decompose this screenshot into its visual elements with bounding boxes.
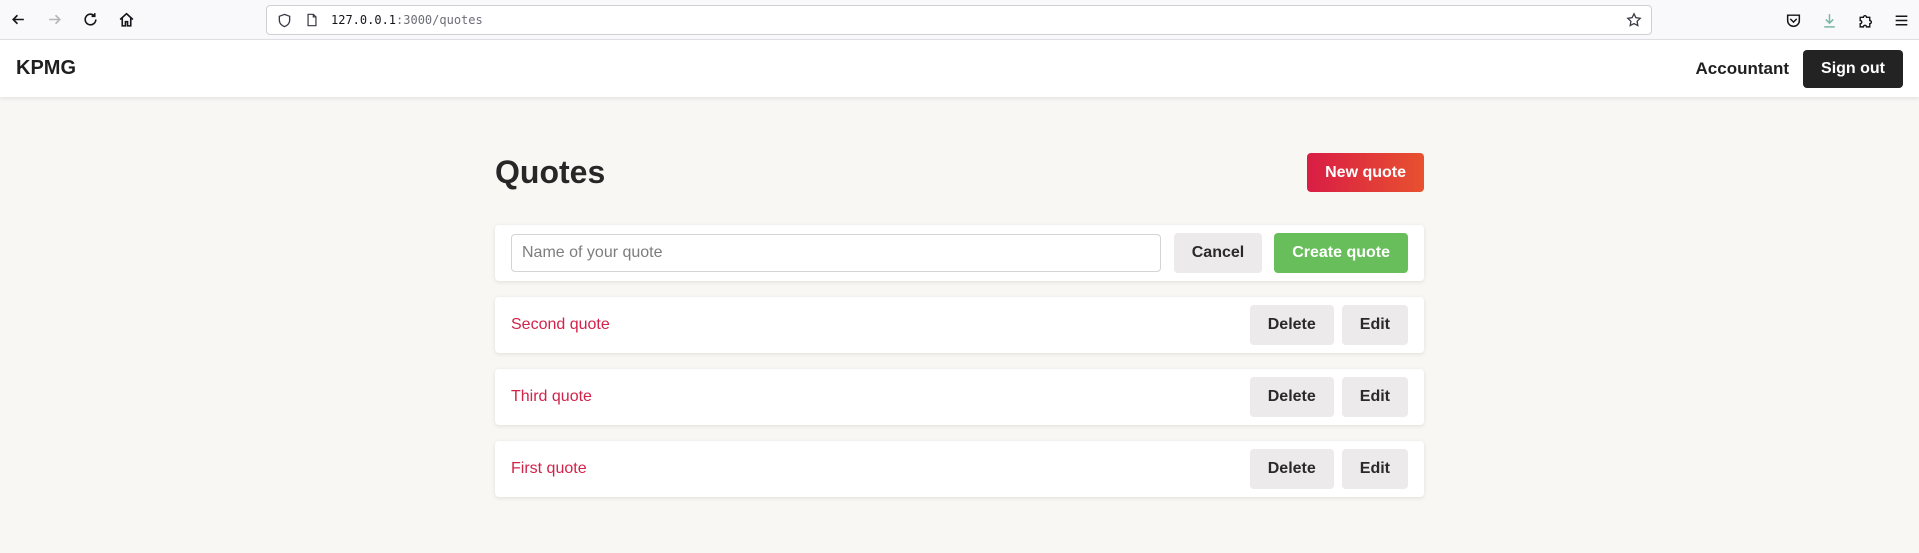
quote-row: Second quote Delete Edit	[495, 297, 1424, 353]
forward-button[interactable]	[36, 0, 72, 40]
quote-link[interactable]: Second quote	[511, 316, 1250, 334]
edit-quote-button[interactable]: Edit	[1341, 449, 1408, 489]
downloads-button[interactable]	[1811, 0, 1847, 40]
quote-actions: Delete Edit	[1249, 449, 1408, 489]
bookmark-star-icon[interactable]	[1625, 11, 1643, 29]
delete-quote-button[interactable]: Delete	[1249, 449, 1334, 489]
url-path: :3000/quotes	[396, 13, 483, 27]
user-role-link[interactable]: Accountant	[1696, 59, 1790, 79]
sign-out-button[interactable]: Sign out	[1803, 49, 1903, 88]
new-quote-button[interactable]: New quote	[1307, 153, 1424, 192]
arrow-right-icon	[48, 14, 61, 25]
quote-link[interactable]: First quote	[511, 460, 1250, 478]
back-button[interactable]	[0, 0, 36, 40]
home-button[interactable]	[108, 0, 144, 40]
url-text: 127.0.0.1:3000/quotes	[331, 13, 483, 27]
reload-icon	[83, 13, 97, 26]
quote-actions: Delete Edit	[1249, 377, 1408, 417]
delete-quote-button[interactable]: Delete	[1249, 377, 1334, 417]
page-header: Quotes New quote	[495, 153, 1424, 192]
pocket-icon	[1786, 13, 1800, 27]
edit-quote-button[interactable]: Edit	[1341, 377, 1408, 417]
quote-name-input[interactable]	[511, 234, 1161, 272]
download-icon	[1823, 13, 1835, 28]
quote-link[interactable]: Third quote	[511, 388, 1250, 406]
app-navbar: KPMG Accountant Sign out	[0, 40, 1919, 97]
page-icon[interactable]	[303, 11, 321, 29]
brand-logo[interactable]: KPMG	[16, 57, 76, 80]
home-icon	[119, 12, 133, 27]
page-title: Quotes	[495, 154, 606, 190]
quote-actions: Delete Edit	[1249, 305, 1408, 345]
delete-quote-button[interactable]: Delete	[1249, 305, 1334, 345]
menu-button[interactable]	[1883, 0, 1919, 40]
navbar-right: Accountant Sign out	[1696, 49, 1903, 88]
hamburger-menu-icon	[1895, 14, 1907, 26]
extensions-button[interactable]	[1847, 0, 1883, 40]
puzzle-icon	[1858, 14, 1872, 28]
url-host: 127.0.0.1	[331, 13, 397, 27]
reload-button[interactable]	[72, 0, 108, 40]
quote-row: First quote Delete Edit	[495, 441, 1424, 497]
address-bar[interactable]: 127.0.0.1:3000/quotes	[266, 5, 1652, 35]
pocket-button[interactable]	[1775, 0, 1811, 40]
edit-quote-button[interactable]: Edit	[1341, 305, 1408, 345]
browser-toolbar: 127.0.0.1:3000/quotes	[0, 0, 1919, 40]
cancel-button[interactable]: Cancel	[1173, 233, 1263, 273]
new-quote-form: Cancel Create quote	[495, 225, 1424, 281]
quote-row: Third quote Delete Edit	[495, 369, 1424, 425]
main-container: Quotes New quote Cancel Create quote Sec…	[495, 97, 1424, 497]
create-quote-button[interactable]: Create quote	[1274, 233, 1408, 273]
arrow-left-icon	[11, 14, 24, 25]
shield-icon[interactable]	[275, 11, 293, 29]
